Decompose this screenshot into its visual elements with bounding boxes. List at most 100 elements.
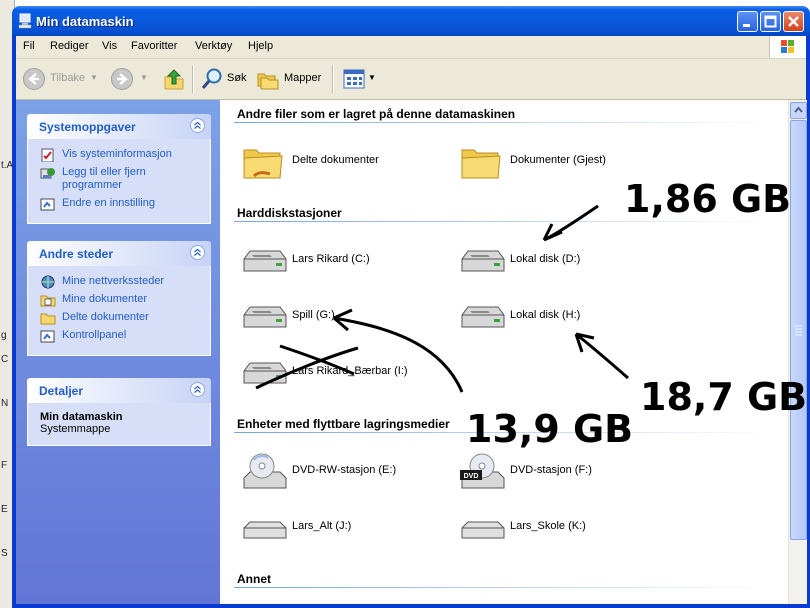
scroll-grip-icon [795,325,802,336]
folders-label: Mapper [284,72,322,84]
item-drive-c[interactable]: Lars Rikard (C:) [240,237,450,285]
toolbar: Tilbake ▼ ▼ Søk Mapper ▼ [16,59,806,100]
control-panel-setting-icon [40,198,55,211]
system-info-icon [41,148,54,162]
place-control-panel[interactable]: Kontrollpanel [40,329,202,343]
other-places-panel: Andre steder Mine nettverkssteder Mine d… [27,241,211,356]
task-pane: Systemoppgaver Vis systeminformasjon Leg… [16,100,220,604]
back-button[interactable]: Tilbake ▼ [22,67,100,91]
place-network-label: Mine nettverkssteder [62,275,165,287]
task-system-info[interactable]: Vis systeminformasjon [40,148,202,162]
task-change-setting[interactable]: Endre en innstilling [40,197,202,211]
toolbar-separator [192,65,194,93]
place-shared-documents[interactable]: Delte dokumenter [40,311,202,325]
group-divider [234,432,774,433]
window-title: Min datamaskin [36,14,134,29]
menu-verktoy[interactable]: Verktøy [195,40,232,52]
item-guest-documents[interactable]: Dokumenter (Gjest) [458,138,668,186]
close-button[interactable] [783,11,804,32]
group-divider [234,122,774,123]
item-drive-f[interactable]: DVD DVD-stasjon (F:) [458,448,668,496]
dvd-rw-drive-icon [243,453,287,489]
item-drive-e[interactable]: DVD-RW-stasjon (E:) [240,448,450,496]
group-hard-drives: Harddiskstasjoner [237,206,342,220]
minimize-button[interactable] [737,11,758,32]
item-drive-d-label: Lokal disk (D:) [510,253,581,265]
title-bar[interactable]: Min datamaskin [12,6,810,36]
collapse-chevron-icon[interactable] [190,118,205,133]
minimize-icon [743,24,750,27]
menu-favoritter[interactable]: Favoritter [131,40,177,52]
item-drive-c-label: Lars Rikard (C:) [292,253,370,265]
menu-rediger[interactable]: Rediger [50,40,89,52]
up-folder-button[interactable] [162,67,186,91]
group-other: Annet [237,572,271,586]
details-header[interactable]: Detaljer [27,378,211,403]
maximize-icon [764,15,777,28]
item-drive-k[interactable]: Lars_Skole (K:) [458,504,668,552]
item-drive-k-label: Lars_Skole (K:) [510,520,586,532]
close-icon [788,16,799,27]
shared-folder-icon [243,149,283,179]
task-add-remove-programs[interactable]: Legg til eller fjern programmer [40,166,202,192]
item-drive-i[interactable]: Lars Rikard_Bærbar (I:) [240,349,450,397]
hard-drive-icon [243,306,287,328]
other-places-header[interactable]: Andre steder [27,241,211,266]
system-tasks-panel: Systemoppgaver Vis systeminformasjon Leg… [27,114,211,224]
place-my-documents-label: Mine dokumenter [62,293,147,305]
item-shared-documents[interactable]: Delte dokumenter [240,138,450,186]
scroll-thumb[interactable] [790,120,807,540]
details-title: Detaljer [39,384,84,398]
back-dropdown-icon: ▼ [90,73,98,82]
group-other-files: Andre filer som er lagret på denne datam… [237,107,516,121]
item-drive-g[interactable]: Spill (G:) [240,293,450,341]
views-icon [343,69,365,89]
task-add-remove-programs-label: Legg til eller fjern programmer [62,166,146,191]
scroll-up-arrow-icon [794,106,803,113]
hard-drive-icon [243,362,287,384]
views-button[interactable]: ▼ [342,67,376,91]
my-computer-icon [18,13,32,29]
hard-drive-icon [461,250,505,272]
item-drive-d[interactable]: Lokal disk (D:) [458,237,668,285]
search-icon [201,68,222,89]
add-remove-programs-icon [40,168,55,179]
folders-button[interactable]: Mapper [256,67,326,91]
menu-fil[interactable]: Fil [23,40,35,52]
back-arrow-icon [23,68,45,90]
toolbar-separator [332,65,334,93]
file-view: Andre filer som er lagret på denne datam… [220,100,788,604]
folder-icon [461,149,501,179]
search-button[interactable]: Søk [200,67,252,91]
collapse-chevron-icon[interactable] [190,382,205,397]
hard-drive-icon [243,250,287,272]
place-my-documents[interactable]: Mine dokumenter [40,293,202,307]
explorer-window: Min datamaskin Fil Rediger Vis Favoritte… [12,6,810,608]
removable-drive-icon [243,521,287,539]
item-drive-e-label: DVD-RW-stasjon (E:) [292,464,397,476]
collapse-chevron-icon[interactable] [190,245,205,260]
item-drive-i-label: Lars Rikard_Bærbar (I:) [292,365,408,377]
menu-hjelp[interactable]: Hjelp [248,40,273,52]
menu-vis[interactable]: Vis [102,40,117,52]
search-label: Søk [227,72,247,84]
up-folder-icon [164,69,184,90]
removable-drive-icon [461,521,505,539]
svg-text:DVD: DVD [464,473,479,480]
group-divider [234,587,774,588]
network-places-icon [41,275,55,289]
item-drive-f-label: DVD-stasjon (F:) [510,464,592,476]
maximize-button[interactable] [760,11,781,32]
item-drive-h[interactable]: Lokal disk (H:) [458,293,668,341]
system-tasks-header[interactable]: Systemoppgaver [27,114,211,139]
place-network[interactable]: Mine nettverkssteder [40,275,202,289]
item-guest-documents-label: Dokumenter (Gjest) [510,154,606,166]
scroll-up-button[interactable] [790,102,807,119]
item-drive-j[interactable]: Lars_Alt (J:) [240,504,450,552]
forward-button[interactable]: ▼ [110,67,154,91]
other-places-title: Andre steder [39,247,114,261]
details-name: Min datamaskin [40,411,123,423]
documents-folder-icon [40,295,56,307]
vertical-scrollbar[interactable] [788,100,807,604]
system-tasks-title: Systemoppgaver [39,120,136,134]
